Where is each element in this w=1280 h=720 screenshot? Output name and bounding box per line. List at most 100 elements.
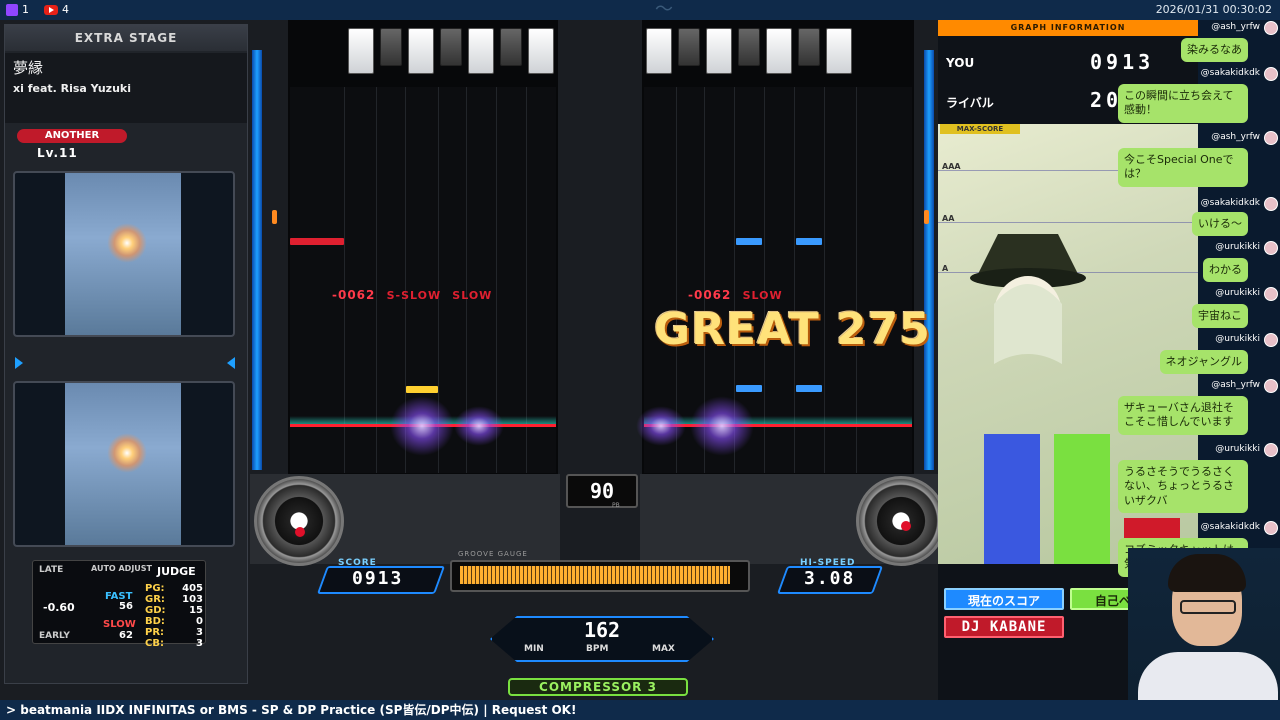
hispeed-value: 3.08 [804, 568, 856, 589]
note-key [736, 385, 762, 392]
twitch-viewers: 1 [6, 3, 29, 16]
note-key [796, 238, 822, 245]
max-score-tag: MAX-SCORE [940, 124, 1020, 134]
chat-avatar-icon [1264, 131, 1278, 145]
score-value: 0913 [352, 568, 404, 589]
judge-row: GR: 103 [145, 594, 203, 605]
jacket-art-top [13, 171, 235, 337]
chat-avatar-icon [1264, 333, 1278, 347]
fast-value: 56 [119, 601, 133, 612]
stage-label: EXTRA STAGE [5, 25, 247, 51]
bpm-value: 162 [583, 618, 621, 642]
bpm-max-label: MAX [652, 644, 675, 654]
lane-marker [924, 210, 929, 224]
counter-sub: PB [612, 502, 620, 509]
judge-row: BD: 0 [145, 616, 203, 627]
side-rail-right [924, 50, 934, 470]
chat-avatar-icon [1264, 21, 1278, 35]
youtube-count: 4 [62, 3, 69, 16]
chat-username: @urukikki [1215, 242, 1260, 252]
chat-username: @ash_yrfw [1211, 132, 1260, 142]
rank-label: AAA [942, 162, 961, 171]
timing-value: -0062 [332, 288, 376, 302]
character-art [970, 234, 1086, 364]
chat-avatar-icon [1264, 287, 1278, 301]
bar-best [1054, 434, 1110, 564]
gauge-label: GROOVE GAUGE [458, 550, 528, 558]
you-label: YOU [946, 56, 975, 70]
chat-username: @sakakidkdk [1200, 522, 1260, 532]
timing-tag: SLOW [452, 289, 493, 302]
side-rail-left [252, 50, 262, 470]
song-artist: xi feat. Risa Yuzuki [13, 82, 131, 95]
judge-row: CB: 3 [145, 638, 203, 649]
judge-offset: -0.60 [43, 601, 75, 614]
hispeed-label: HI-SPEED [800, 558, 856, 568]
rank-label: A [942, 264, 949, 273]
key-black [678, 28, 700, 66]
key-black [380, 28, 402, 66]
judge-panel: LATE AUTO ADJUST JUDGE -0.60 FAST 56 SLO… [32, 560, 206, 649]
chat-message: ネオジャングル [1159, 350, 1248, 375]
chat-username: @ash_yrfw [1211, 380, 1260, 390]
chat-message: いける〜 [1192, 212, 1248, 237]
hit-effect [390, 396, 454, 456]
slow-label: SLOW [103, 619, 136, 630]
twitch-count: 1 [22, 3, 29, 16]
difficulty-badge: ANOTHER [17, 129, 127, 143]
chat-message: この瞬間に立ち会えて感動！ [1118, 84, 1248, 123]
judge-row: GD: 15 [145, 605, 203, 616]
jacket-art-bottom [13, 381, 235, 547]
groove-gauge-fill [460, 566, 730, 584]
timing-p1: -0062 S-SLOW SLOW [332, 288, 492, 302]
streamer-glasses [1180, 600, 1236, 614]
bpm-label: BPM [586, 644, 609, 654]
key-black [738, 28, 760, 66]
key-white [646, 28, 672, 74]
youtube-viewers: 4 [44, 3, 69, 16]
wave-logo-icon: 〜 [655, 0, 673, 20]
key-white [528, 28, 554, 74]
key-white [348, 28, 374, 74]
rival-label: ライバル [946, 96, 994, 110]
key-black [440, 28, 462, 66]
judge-title: JUDGE [157, 565, 196, 578]
hit-effect [454, 406, 504, 446]
judgement-combo: GREAT 275 [654, 304, 931, 355]
judge-counts: PG: 405 GR: 103 GD: 15 BD: 0 PR: 3 CB: 3 [145, 583, 203, 649]
bar-you [984, 434, 1040, 564]
webcam-feed [1128, 548, 1280, 720]
datetime: 2026/01/31 00:30:02 [1155, 3, 1272, 16]
chat-username: @ash_yrfw [1211, 22, 1260, 32]
note-key [736, 238, 762, 245]
pacemaker-counter: 90 [566, 474, 638, 508]
chat-message: わかる [1203, 258, 1248, 283]
timing-tag: S-SLOW [386, 289, 442, 302]
note-key [796, 385, 822, 392]
chat-message: うるさそうでうるさくない、ちょっとうるさいザクバ [1118, 460, 1248, 513]
chat-username: @urukikki [1215, 334, 1260, 344]
hit-effect [636, 406, 686, 446]
key-black [798, 28, 820, 66]
score-label: SCORE [338, 558, 377, 568]
difficulty-level: Lv.11 [37, 146, 78, 160]
lane-marker [272, 210, 277, 224]
arrow-left-icon [227, 357, 235, 369]
timing-p2: -0062 SLOW [688, 288, 783, 302]
chat-message: 宇宙ねこ [1192, 304, 1248, 329]
turntable-p1 [254, 476, 344, 566]
timing-tag: SLOW [742, 289, 783, 302]
chat-avatar-icon [1264, 443, 1278, 457]
twitch-icon [6, 3, 18, 16]
bpm-min-label: MIN [524, 644, 544, 654]
auto-adjust-label: AUTO ADJUST [91, 564, 153, 573]
chat-message: 染みるなあ [1181, 38, 1248, 63]
note-key [406, 386, 438, 393]
timing-value: -0062 [688, 288, 732, 302]
key-white [408, 28, 434, 74]
chat-avatar-icon [1264, 67, 1278, 81]
hit-effect [690, 396, 754, 456]
streamer-hair [1168, 554, 1246, 592]
spark-graphic [107, 433, 147, 473]
late-label: LATE [39, 565, 64, 575]
